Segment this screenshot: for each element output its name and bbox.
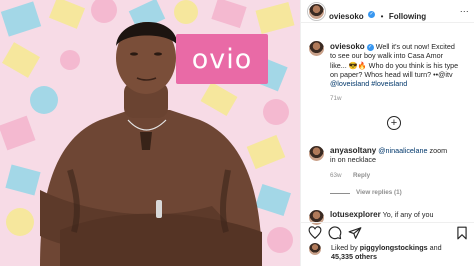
comment-avatar[interactable] (309, 146, 324, 161)
view-replies-button[interactable]: View replies (1) (356, 189, 402, 196)
comment-text-1: zoom (427, 146, 448, 155)
likes-user[interactable]: piggylongstockings (360, 243, 428, 252)
header-user-row: oviesoko ✓ • Following (329, 6, 426, 24)
post-image[interactable]: ovio (0, 0, 300, 266)
replies-divider (330, 193, 350, 194)
more-options-icon[interactable]: ... (460, 4, 469, 14)
plus-icon: + (390, 117, 398, 129)
caption-verified-icon: ✓ (366, 43, 374, 51)
load-more-comments-button[interactable]: + (387, 116, 401, 130)
share-icon[interactable] (348, 226, 362, 240)
action-bar (301, 222, 474, 243)
heart-icon[interactable] (308, 226, 322, 240)
likes-summary: Liked by piggylongstockings and 45,335 o… (331, 243, 442, 261)
caption-time: 71w (330, 95, 342, 102)
caption-username[interactable]: oviesoko (330, 42, 365, 51)
comment-username-2[interactable]: lotusexplorer (330, 210, 381, 219)
post-header: oviesoko ✓ • Following ... (301, 0, 474, 23)
comment-mention[interactable]: @ninaalicelane (378, 146, 427, 155)
caption-line-1: Well it's out now! Excited (375, 42, 455, 51)
brand-logo-text: ovio (191, 43, 253, 75)
comment-icon[interactable] (328, 226, 342, 240)
post-sidebar: oviesoko ✓ • Following ... oviesoko ✓ We… (300, 0, 474, 266)
comment-text-partial: Yo, if any of you (382, 210, 434, 219)
header-username[interactable]: oviesoko (329, 12, 364, 21)
comment-reply-button[interactable]: Reply (353, 172, 370, 179)
comment-partial: lotusexplorer Yo, if any of you (330, 210, 474, 219)
caption-avatar[interactable] (309, 41, 324, 56)
caption-line-4: on paper? Whos head will turn? ••@itv (330, 69, 453, 79)
avatar[interactable] (309, 4, 324, 19)
comment-username[interactable]: anyasoltany (330, 146, 376, 155)
comment-time: 63w (330, 172, 342, 179)
caption-line-3: like... 😎🔥 Who do you think is his type (330, 60, 459, 70)
verified-badge-icon: ✓ (368, 11, 376, 19)
following-button[interactable]: Following (389, 12, 426, 21)
likes-count[interactable]: 45,335 others (331, 252, 377, 261)
caption: oviesoko ✓ Well it's out now! Excited to… (330, 42, 474, 88)
liker-avatar[interactable] (309, 243, 321, 255)
bookmark-icon[interactable] (455, 226, 469, 240)
likes-and: and (427, 243, 442, 252)
comment-text-2: in on necklace (330, 155, 376, 165)
header-dot: • (380, 12, 384, 21)
caption-hashtags[interactable]: @loveisland #loveisland (330, 79, 407, 88)
caption-line-2: to see our boy walk into Casa Amor (330, 51, 444, 61)
brand-logo-sign: ovio (176, 34, 268, 84)
comment: anyasoltany @ninaalicelane zoom in on ne… (330, 146, 474, 165)
likes-prefix: Liked by (331, 243, 360, 252)
